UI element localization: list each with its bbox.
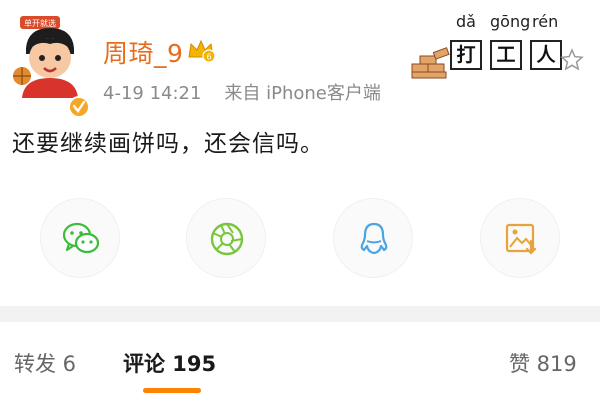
avatar[interactable]: 单开就选 — [8, 14, 90, 118]
verified-badge-icon — [68, 96, 90, 118]
char-da: 打 — [450, 40, 482, 70]
share-moments-button[interactable] — [186, 198, 266, 278]
post-timestamp: 4-19 14:21 — [103, 83, 202, 104]
post-meta: 4-19 14:21 来自 iPhone客户端 — [103, 79, 381, 105]
interaction-tabs: 转发 6 评论 195 赞 819 — [0, 322, 600, 404]
avatar-cartoon-icon: 单开就选 — [8, 14, 90, 98]
bricks-icon — [411, 47, 450, 79]
dagongren-sticker: dǎ gōng rén 打 工 人 — [410, 12, 590, 80]
pinyin-ren: rén — [532, 12, 559, 31]
weibo-post-card: 单开就选 周琦_9 6 4-19 14:21 来自 iPhone客户端 dǎ g… — [0, 0, 600, 306]
save-image-button[interactable] — [480, 198, 560, 278]
active-tab-indicator — [143, 388, 201, 393]
star-icon — [560, 48, 584, 71]
char-gong: 工 — [490, 40, 522, 70]
pinyin-da: dǎ — [456, 12, 476, 31]
post-text: 还要继续画饼吗，还会信吗。 — [12, 131, 324, 157]
share-qq-button[interactable] — [333, 198, 413, 278]
tab-repost[interactable]: 转发 6 — [14, 348, 76, 378]
section-divider — [0, 306, 600, 322]
crown-icon: 6 — [186, 37, 216, 63]
svg-text:6: 6 — [206, 53, 211, 62]
username[interactable]: 周琦_9 — [103, 34, 183, 70]
post-source: 来自 iPhone客户端 — [224, 83, 381, 104]
char-ren: 人 — [530, 40, 562, 70]
tab-likes[interactable]: 赞 819 — [509, 348, 577, 378]
svg-text:单开就选: 单开就选 — [24, 18, 56, 28]
moments-shutter-icon — [210, 222, 244, 256]
qq-penguin-icon — [360, 222, 388, 255]
pinyin-gong: gōng — [490, 12, 531, 31]
share-wechat-button[interactable] — [40, 198, 120, 278]
tab-comments[interactable]: 评论 195 — [123, 348, 216, 378]
wechat-icon — [62, 222, 100, 254]
image-save-icon — [505, 223, 537, 255]
